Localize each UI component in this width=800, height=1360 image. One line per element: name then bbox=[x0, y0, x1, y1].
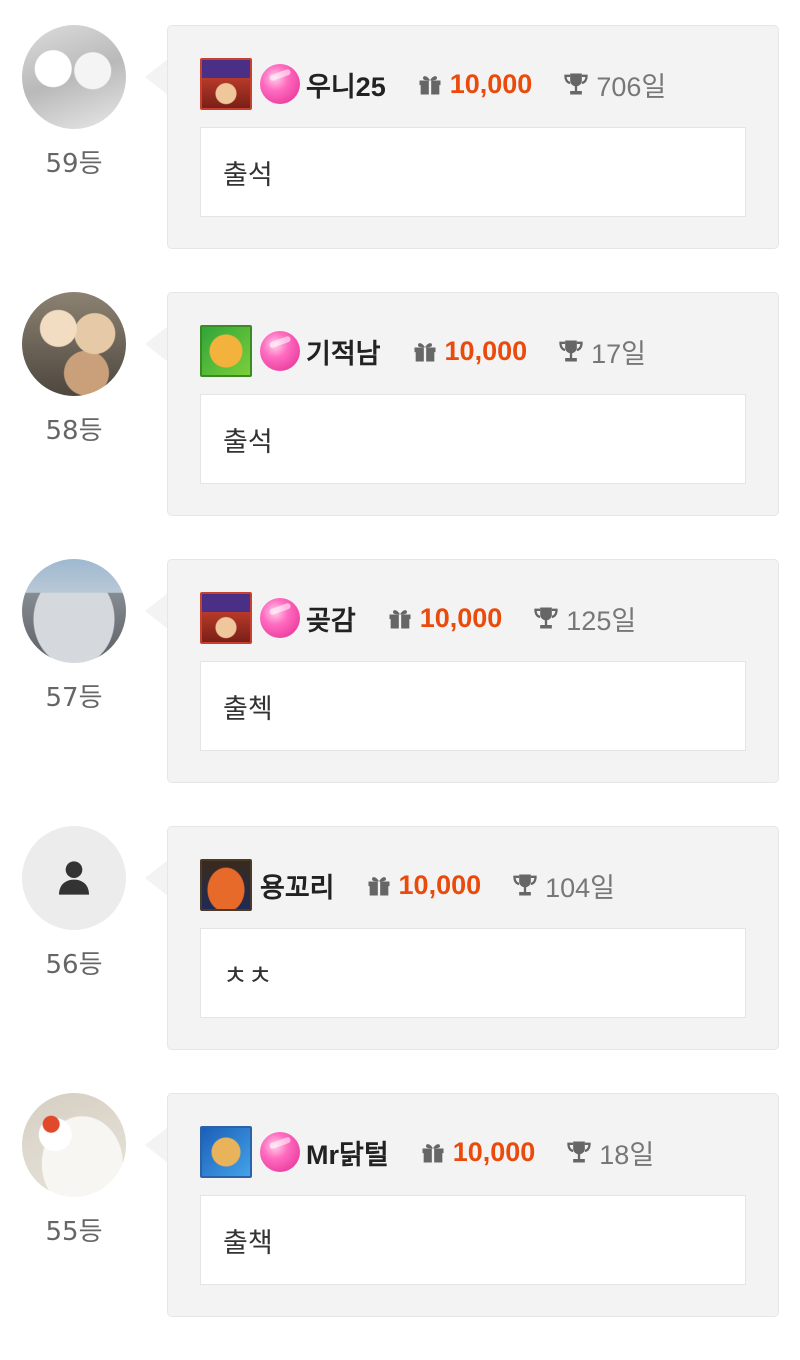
comment-meta: 기적남 10,000 17일 bbox=[200, 325, 646, 377]
level-badge-icon bbox=[200, 592, 252, 644]
rank-label: 55등 bbox=[45, 1217, 103, 1247]
trophy-icon bbox=[567, 1141, 591, 1163]
trophy-icon bbox=[559, 340, 583, 362]
comment-text: 출석 bbox=[200, 127, 746, 217]
attendance-entry: 59등 우니25 10,000 706일 출석 bbox=[0, 25, 800, 292]
user-avatar[interactable] bbox=[22, 826, 126, 930]
nickname[interactable]: 우니25 bbox=[306, 65, 386, 104]
user-avatar[interactable] bbox=[22, 292, 126, 396]
candy-icon bbox=[260, 1132, 300, 1172]
level-badge-icon bbox=[200, 325, 252, 377]
points-value: 10,000 bbox=[419, 602, 503, 633]
nickname[interactable]: Mr닭털 bbox=[306, 1133, 389, 1172]
default-user-icon bbox=[59, 861, 89, 895]
attendance-entry: 58등 기적남 10,000 17일 출석 bbox=[0, 292, 800, 559]
user-avatar[interactable] bbox=[22, 1093, 126, 1197]
attendance-days: 104일 bbox=[545, 872, 616, 903]
attendance-days: 18일 bbox=[599, 1139, 655, 1170]
comment-bubble: 기적남 10,000 17일 출석 bbox=[167, 292, 779, 516]
bubble-tail bbox=[145, 59, 168, 95]
gift-icon bbox=[368, 877, 390, 896]
bubble-tail bbox=[145, 326, 168, 362]
comment-meta: 곶감 10,000 125일 bbox=[200, 592, 636, 644]
trophy-icon bbox=[564, 73, 588, 95]
rank-label: 59등 bbox=[45, 149, 103, 179]
level-badge-icon bbox=[200, 859, 252, 911]
attendance-days: 706일 bbox=[596, 71, 667, 102]
gift-icon bbox=[414, 343, 436, 362]
comment-bubble: Mr닭털 10,000 18일 출책 bbox=[167, 1093, 779, 1317]
comment-meta: 우니25 10,000 706일 bbox=[200, 58, 666, 110]
points-value: 10,000 bbox=[452, 1136, 536, 1167]
points-value: 10,000 bbox=[398, 869, 482, 900]
attendance-entry: 57등 곶감 10,000 125일 출첵 bbox=[0, 559, 800, 826]
comment-bubble: 곶감 10,000 125일 출첵 bbox=[167, 559, 779, 783]
points-value: 10,000 bbox=[444, 335, 528, 366]
nickname[interactable]: 용꼬리 bbox=[260, 866, 335, 905]
bubble-tail bbox=[145, 593, 168, 629]
comment-text: 출첵 bbox=[200, 661, 746, 751]
attendance-days: 17일 bbox=[591, 338, 646, 369]
bubble-tail bbox=[145, 1127, 168, 1163]
candy-icon bbox=[260, 64, 300, 104]
gift-icon bbox=[419, 76, 441, 95]
comment-bubble: 용꼬리 10,000 104일 ㅊㅊ bbox=[167, 826, 779, 1050]
level-badge-icon bbox=[200, 58, 252, 110]
attendance-days: 125일 bbox=[566, 605, 637, 636]
attendance-entry: 56등 용꼬리 10,000 104일 ㅊㅊ bbox=[0, 826, 800, 1093]
rank-label: 57등 bbox=[45, 683, 103, 713]
points-value: 10,000 bbox=[449, 68, 533, 99]
rank-label: 58등 bbox=[45, 416, 103, 446]
gift-icon bbox=[389, 610, 411, 629]
comment-text: 출책 bbox=[200, 1195, 746, 1285]
user-avatar[interactable] bbox=[22, 25, 126, 129]
trophy-icon bbox=[534, 607, 558, 629]
comment-bubble: 우니25 10,000 706일 출석 bbox=[167, 25, 779, 249]
user-avatar[interactable] bbox=[22, 559, 126, 663]
candy-icon bbox=[260, 598, 300, 638]
rank-label: 56등 bbox=[45, 950, 103, 980]
gift-icon bbox=[422, 1144, 444, 1163]
comment-meta: 용꼬리 10,000 104일 bbox=[200, 859, 615, 911]
attendance-entry: 55등 Mr닭털 10,000 18일 출책 bbox=[0, 1093, 800, 1360]
comment-text: 출석 bbox=[200, 394, 746, 484]
trophy-icon bbox=[513, 874, 537, 896]
comment-meta: Mr닭털 10,000 18일 bbox=[200, 1126, 654, 1178]
level-badge-icon bbox=[200, 1126, 252, 1178]
candy-icon bbox=[260, 331, 300, 371]
comment-text: ㅊㅊ bbox=[200, 928, 746, 1018]
nickname[interactable]: 곶감 bbox=[306, 599, 356, 638]
bubble-tail bbox=[145, 860, 168, 896]
nickname[interactable]: 기적남 bbox=[306, 332, 381, 371]
